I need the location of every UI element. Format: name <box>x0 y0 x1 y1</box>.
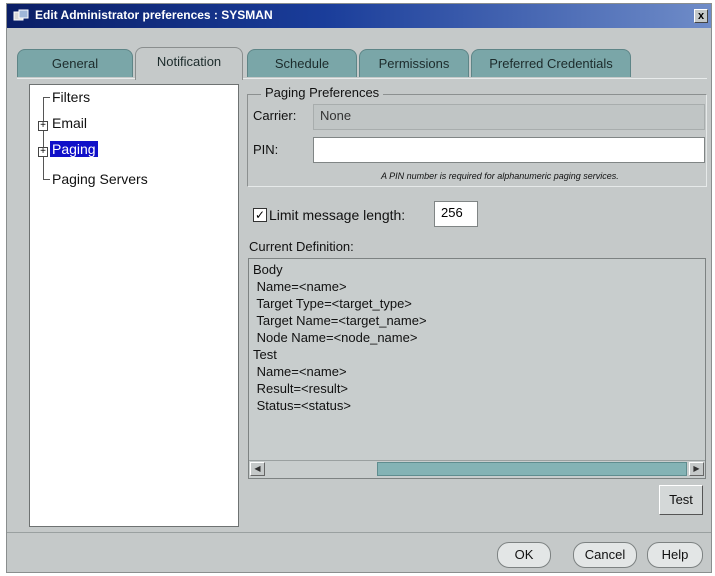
tree-item-filters[interactable]: Filters <box>52 89 90 105</box>
scroll-right-icon[interactable]: ▶ <box>689 462 704 476</box>
tree-item-paging[interactable]: Paging <box>50 141 98 157</box>
definition-line: Target Type=<target_type> <box>253 296 412 311</box>
definition-line: Test <box>253 347 277 362</box>
tree-connector <box>43 179 50 180</box>
tab-schedule[interactable]: Schedule <box>247 49 357 77</box>
current-definition-label: Current Definition: <box>249 239 354 254</box>
tab-permissions[interactable]: Permissions <box>359 49 469 77</box>
scroll-thumb[interactable] <box>377 462 687 476</box>
cancel-button[interactable]: Cancel <box>573 542 637 568</box>
definition-line: Node Name=<node_name> <box>253 330 418 345</box>
ok-button[interactable]: OK <box>497 542 551 568</box>
title-bar[interactable]: Edit Administrator preferences : SYSMAN … <box>7 4 711 28</box>
definition-line: Name=<name> <box>253 364 347 379</box>
footer-divider <box>7 532 711 533</box>
tree-item-paging-servers[interactable]: Paging Servers <box>52 171 148 187</box>
definition-line: Status=<status> <box>253 398 351 413</box>
definition-line: Name=<name> <box>253 279 347 294</box>
test-button[interactable]: Test <box>659 485 703 515</box>
tab-preferred-credentials[interactable]: Preferred Credentials <box>471 49 631 77</box>
dialog-window: Edit Administrator preferences : SYSMAN … <box>6 3 712 573</box>
tab-general[interactable]: General <box>17 49 133 77</box>
tab-notification[interactable]: Notification <box>135 47 243 80</box>
pin-note: A PIN number is required for alphanumeri… <box>381 171 619 181</box>
definition-line: Body <box>253 262 283 277</box>
current-definition-textarea[interactable]: Body Name=<name> Target Type=<target_typ… <box>248 258 706 479</box>
tree-connector <box>43 97 50 98</box>
tree-item-email[interactable]: Email <box>52 115 87 131</box>
definition-line: Target Name=<target_name> <box>253 313 427 328</box>
expand-icon[interactable]: + <box>38 121 48 131</box>
limit-length-label: Limit message length: <box>269 207 406 223</box>
close-button[interactable]: x <box>694 9 708 23</box>
horizontal-scrollbar[interactable]: ◀ ▶ <box>249 460 705 477</box>
expand-icon[interactable]: + <box>38 147 48 157</box>
definition-line: Result=<result> <box>253 381 349 396</box>
notification-tree: Filters + Email + Paging Paging Servers <box>29 84 239 527</box>
pin-input[interactable] <box>313 137 705 163</box>
tree-connector <box>43 97 44 179</box>
window-title: Edit Administrator preferences : SYSMAN <box>35 8 273 22</box>
scroll-left-icon[interactable]: ◀ <box>250 462 265 476</box>
app-icon <box>13 9 29 21</box>
pin-label: PIN: <box>253 142 279 157</box>
limit-length-checkbox[interactable]: ✓ <box>253 208 267 222</box>
limit-length-input[interactable]: 256 <box>434 201 478 227</box>
help-button[interactable]: Help <box>647 542 703 568</box>
carrier-label: Carrier: <box>253 108 297 123</box>
carrier-field: None <box>313 104 705 130</box>
paging-preferences-title: Paging Preferences <box>261 85 384 100</box>
